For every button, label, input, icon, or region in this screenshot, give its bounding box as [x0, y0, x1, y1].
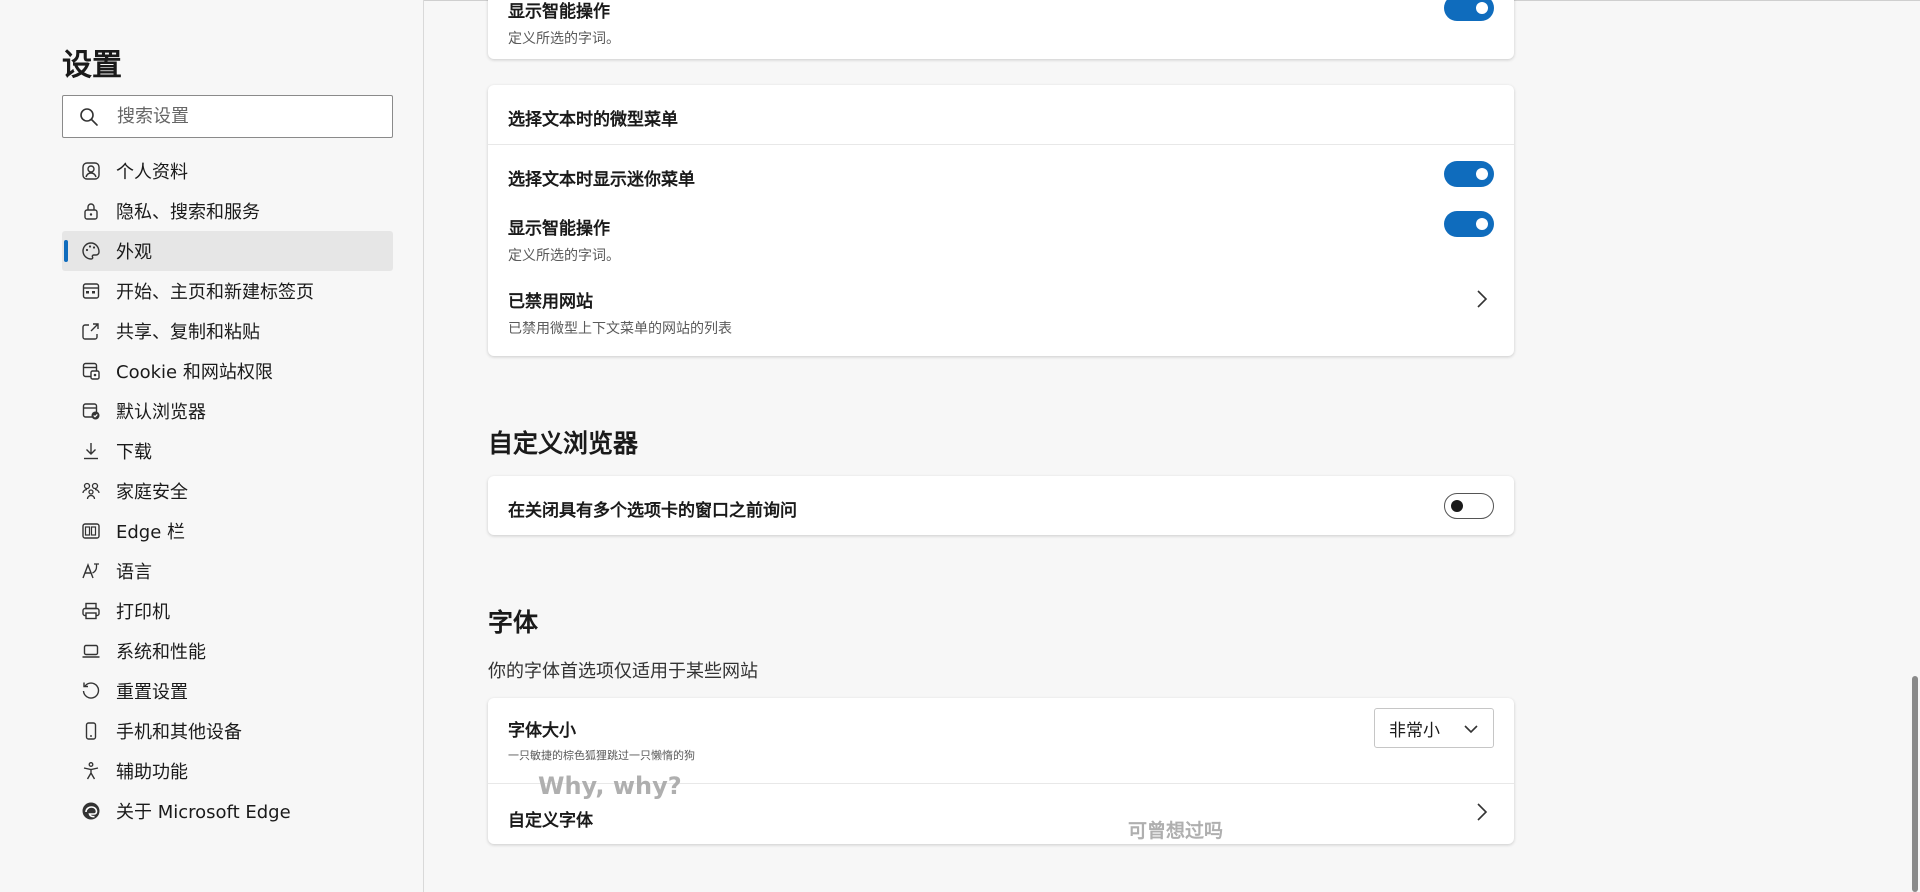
search-icon — [80, 107, 98, 126]
sidebar-item-appearance[interactable]: 外观 — [62, 231, 393, 271]
sidebar-item-label: 打印机 — [116, 602, 170, 623]
ask-before-close-toggle[interactable] — [1444, 493, 1494, 519]
row-title: 字体大小 — [508, 721, 576, 741]
row-desc: 定义所选的字词。 — [508, 248, 620, 264]
chevron-right-icon — [1477, 803, 1488, 821]
ask-before-close-row: 在关闭具有多个选项卡的窗口之前询问 — [488, 476, 1514, 535]
chevron-right-icon — [1477, 290, 1488, 308]
printer-icon — [80, 600, 102, 622]
sidebar-item-label: Edge 栏 — [116, 522, 186, 543]
row-desc: 定义所选的字词。 — [508, 31, 620, 47]
settings-page: 设置 个人资料 隐私、搜索和服务 — [0, 0, 1920, 892]
sidebar-item-label: 开始、主页和新建标签页 — [116, 282, 314, 303]
scrollbar-thumb[interactable] — [1912, 676, 1918, 892]
start-page-icon — [80, 280, 102, 302]
lock-icon — [80, 200, 102, 222]
row-title: 显示智能操作 — [508, 2, 610, 22]
sidebar-item-label: 重置设置 — [116, 682, 188, 703]
overlay-caption-english: Why, why? — [538, 772, 682, 800]
phone-icon — [80, 720, 102, 742]
sidebar-item-language[interactable]: 语言 — [62, 551, 393, 591]
sidebar-item-system[interactable]: 系统和性能 — [62, 631, 393, 671]
family-icon — [80, 480, 102, 502]
overlay-caption-chinese: 可曾想过吗 — [1128, 820, 1224, 842]
sidebar-item-label: 辅助功能 — [116, 762, 188, 783]
sidebar-item-printers[interactable]: 打印机 — [62, 591, 393, 631]
chevron-down-icon — [1464, 725, 1478, 734]
search-box[interactable] — [62, 95, 393, 138]
row-title: 自定义字体 — [508, 811, 593, 831]
edge-bar-icon — [80, 520, 102, 542]
search-input[interactable] — [117, 97, 387, 136]
sidebar-item-downloads[interactable]: 下载 — [62, 431, 393, 471]
sidebar-item-label: 隐私、搜索和服务 — [116, 202, 260, 223]
smart-actions-row-top: 显示智能操作 定义所选的字词。 — [488, 0, 1514, 59]
fonts-title: 字体 — [488, 608, 539, 637]
row-title: 显示智能操作 — [508, 219, 610, 239]
mini-menu-card: 选择文本时的微型菜单 选择文本时显示迷你菜单 显示智能操作 定义所选的字词。 已… — [488, 85, 1514, 356]
row-title: 在关闭具有多个选项卡的窗口之前询问 — [508, 501, 797, 521]
sidebar-item-share-copy[interactable]: 共享、复制和粘贴 — [62, 311, 393, 351]
sidebar-item-start-home[interactable]: 开始、主页和新建标签页 — [62, 271, 393, 311]
edge-logo-icon — [80, 800, 102, 822]
sidebar-item-default-browser[interactable]: 默认浏览器 — [62, 391, 393, 431]
sidebar-title: 设置 — [62, 48, 122, 83]
row-title: 选择文本时显示迷你菜单 — [508, 170, 695, 190]
sidebar-item-label: Cookie 和网站权限 — [116, 362, 273, 383]
sidebar-item-label: 默认浏览器 — [116, 402, 206, 423]
language-icon — [80, 560, 102, 582]
reset-icon — [80, 680, 102, 702]
font-size-sample: 一只敏捷的棕色狐狸跳过一只懒惰的狗 — [508, 749, 695, 762]
sidebar-item-label: 外观 — [116, 242, 152, 263]
show-mini-menu-row: 选择文本时显示迷你菜单 — [488, 145, 1514, 195]
show-mini-menu-toggle[interactable] — [1444, 161, 1494, 187]
sidebar-item-label: 共享、复制和粘贴 — [116, 322, 260, 343]
sidebar-item-privacy[interactable]: 隐私、搜索和服务 — [62, 191, 393, 231]
sidebar-item-label: 手机和其他设备 — [116, 722, 242, 743]
customize-browser-card: 在关闭具有多个选项卡的窗口之前询问 — [488, 476, 1514, 535]
sidebar-item-phone[interactable]: 手机和其他设备 — [62, 711, 393, 751]
fonts-card: 字体大小 一只敏捷的棕色狐狸跳过一只懒惰的狗 非常小 自定义字体 — [488, 698, 1514, 844]
default-browser-icon — [80, 400, 102, 422]
sidebar-item-profile[interactable]: 个人资料 — [62, 151, 393, 191]
smart-actions-row: 显示智能操作 定义所选的字词。 — [488, 195, 1514, 269]
sidebar-item-about[interactable]: 关于 Microsoft Edge — [62, 791, 393, 831]
card-header-title: 选择文本时的微型菜单 — [508, 110, 678, 130]
mini-menu-header: 选择文本时的微型菜单 — [488, 85, 1514, 145]
profile-icon — [80, 160, 102, 182]
sidebar-item-reset[interactable]: 重置设置 — [62, 671, 393, 711]
smart-actions-toggle[interactable] — [1444, 211, 1494, 237]
site-permissions-icon — [80, 360, 102, 382]
blocked-sites-row[interactable]: 已禁用网站 已禁用微型上下文菜单的网站的列表 — [488, 269, 1514, 356]
palette-icon — [80, 240, 102, 262]
row-title: 已禁用网站 — [508, 292, 593, 312]
fonts-desc: 你的字体首选项仅适用于某些网站 — [488, 661, 758, 682]
sidebar-item-family[interactable]: 家庭安全 — [62, 471, 393, 511]
sidebar-item-cookies[interactable]: Cookie 和网站权限 — [62, 351, 393, 391]
row-desc: 已禁用微型上下文菜单的网站的列表 — [508, 321, 732, 337]
accessibility-icon — [80, 760, 102, 782]
sidebar: 设置 个人资料 隐私、搜索和服务 — [0, 0, 424, 892]
sidebar-item-accessibility[interactable]: 辅助功能 — [62, 751, 393, 791]
smart-actions-card-top: 显示智能操作 定义所选的字词。 — [488, 0, 1514, 59]
sidebar-item-label: 个人资料 — [116, 162, 188, 183]
sidebar-item-label: 系统和性能 — [116, 642, 206, 663]
sidebar-item-label: 关于 Microsoft Edge — [116, 802, 291, 823]
laptop-icon — [80, 640, 102, 662]
customize-browser-title: 自定义浏览器 — [488, 429, 639, 458]
font-size-select[interactable]: 非常小 — [1374, 708, 1494, 748]
sidebar-item-label: 家庭安全 — [116, 482, 188, 503]
download-icon — [80, 440, 102, 462]
sidebar-nav: 个人资料 隐私、搜索和服务 外观 开始、主页和新建标签页 共享、复制和粘贴 Co… — [62, 151, 393, 831]
sidebar-item-label: 语言 — [116, 562, 152, 583]
sidebar-item-label: 下载 — [116, 442, 152, 463]
smart-actions-toggle-top[interactable] — [1444, 0, 1494, 21]
share-icon — [80, 320, 102, 342]
sidebar-item-edge-bar[interactable]: Edge 栏 — [62, 511, 393, 551]
font-size-value: 非常小 — [1389, 720, 1440, 741]
